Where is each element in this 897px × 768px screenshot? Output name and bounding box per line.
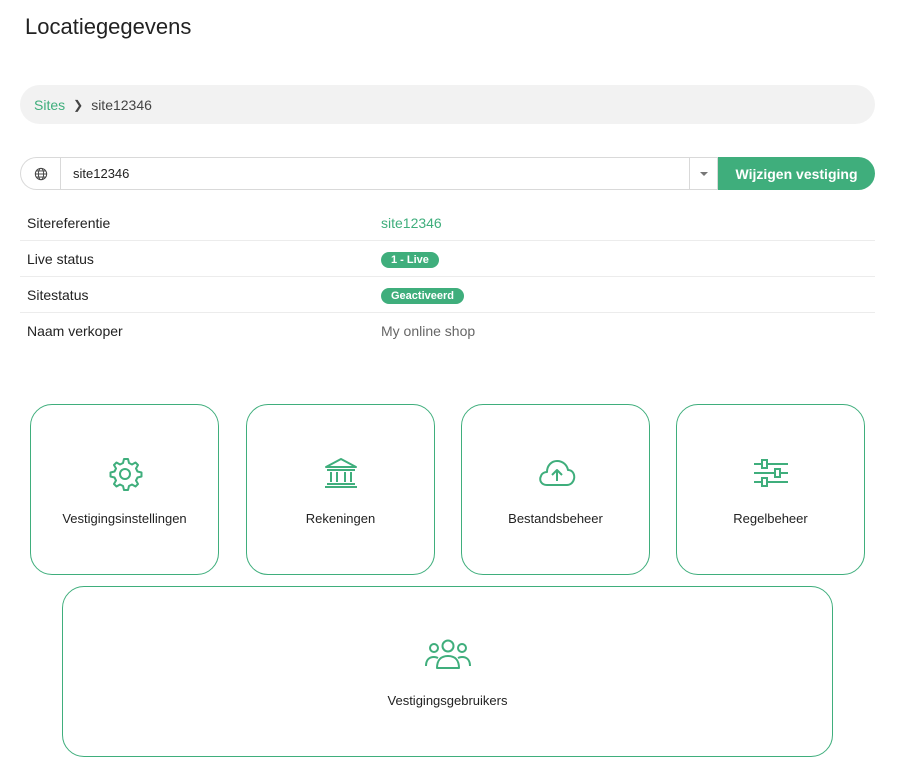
tile-site-users[interactable]: Vestigingsgebruikers [62, 586, 833, 757]
info-row-site-reference: Sitereferentie site12346 [20, 205, 875, 241]
info-label: Live status [27, 250, 94, 267]
page-title: Locatiegegevens [25, 14, 192, 39]
info-row-live-status: Live status 1 - Live [20, 241, 875, 277]
info-label: Sitereferentie [27, 214, 111, 231]
globe-icon [20, 157, 60, 190]
caret-down-icon [699, 171, 708, 176]
info-row-seller-name: Naam verkoper My online shop [20, 313, 875, 348]
seller-name-value: My online shop [381, 322, 476, 339]
breadcrumb: Sites ❯ site12346 [20, 85, 875, 124]
tile-file-management[interactable]: Bestandsbeheer [461, 404, 650, 575]
chevron-right-icon: ❯ [73, 97, 84, 112]
tile-label: Rekeningen [305, 511, 376, 526]
sliders-icon [753, 459, 788, 487]
tile-rule-management[interactable]: Regelbeheer [676, 404, 865, 575]
breadcrumb-link-sites[interactable]: Sites [34, 97, 65, 113]
tile-accounts[interactable]: Rekeningen [246, 404, 435, 575]
tile-label: Vestigingsgebruikers [387, 693, 508, 708]
info-label: Naam verkoper [27, 322, 123, 339]
site-reference-link[interactable]: site12346 [381, 215, 442, 231]
site-select-input[interactable] [60, 157, 690, 190]
tile-site-settings[interactable]: Vestigingsinstellingen [30, 404, 219, 575]
info-row-site-status: Sitestatus Geactiveerd [20, 277, 875, 313]
site-selector: Wijzigen vestiging [20, 157, 875, 190]
info-label: Sitestatus [27, 286, 89, 303]
breadcrumb-current: site12346 [91, 96, 152, 113]
tile-label: Bestandsbeheer [508, 511, 603, 526]
live-status-badge: 1 - Live [381, 251, 439, 268]
site-status-badge: Geactiveerd [381, 287, 464, 304]
users-icon [424, 639, 471, 669]
tile-label: Regelbeheer [733, 511, 808, 526]
tile-label: Vestigingsinstellingen [62, 511, 187, 526]
change-site-button[interactable]: Wijzigen vestiging [718, 157, 875, 190]
gear-icon [109, 458, 142, 491]
bank-icon [324, 458, 357, 488]
cloud-upload-icon [538, 460, 575, 486]
site-info-table: Sitereferentie site12346 Live status 1 -… [20, 205, 875, 348]
dropdown-toggle[interactable] [690, 157, 718, 190]
